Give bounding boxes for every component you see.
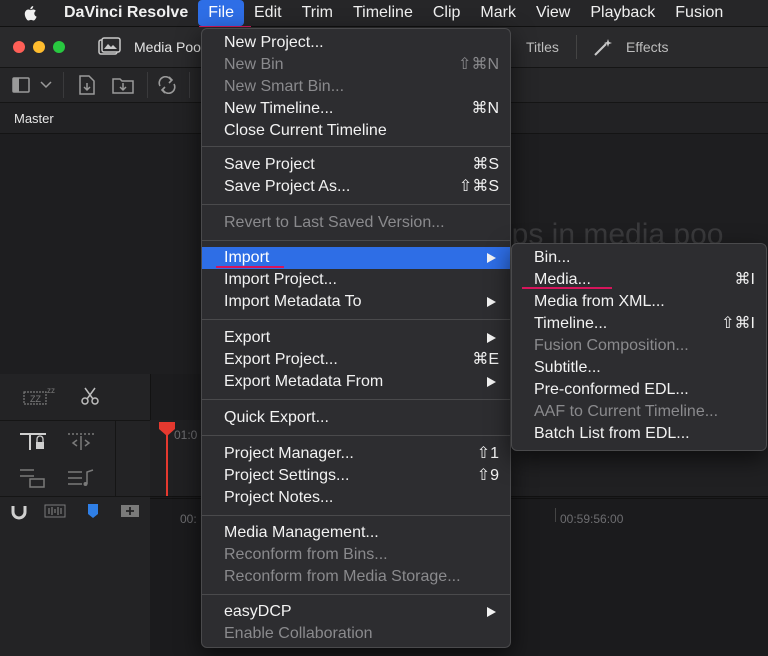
file-menu: New Project... New Bin ⇧⌘N New Smart Bin.… [201, 28, 511, 648]
menu-mark[interactable]: Mark [470, 0, 526, 26]
divider [146, 72, 148, 98]
tab-media-pool[interactable]: Media Poo [134, 39, 201, 55]
file-menu-save-project-as[interactable]: Save Project As... ⇧⌘S [202, 176, 510, 198]
file-menu-quick-export[interactable]: Quick Export... [202, 407, 510, 429]
divider [0, 420, 150, 421]
menu-clip[interactable]: Clip [423, 0, 471, 26]
import-submenu-fusion-composition[interactable]: Fusion Composition... [512, 335, 766, 357]
lock-track-icon[interactable] [18, 430, 48, 454]
file-menu-project-manager[interactable]: Project Manager... ⇧1 [202, 443, 510, 465]
menu-bar: DaVinci Resolve File Edit Trim Timeline … [0, 0, 768, 27]
menu-file[interactable]: File [198, 0, 244, 26]
tab-titles[interactable]: Titles [526, 39, 559, 55]
svg-text:ZZ: ZZ [30, 394, 41, 404]
file-menu-new-timeline[interactable]: New Timeline... ⌘N [202, 98, 510, 120]
file-menu-revert[interactable]: Revert to Last Saved Version... [202, 212, 510, 234]
menu-separator [202, 594, 510, 595]
file-menu-easydcp[interactable]: easyDCP [202, 601, 510, 623]
divider [0, 496, 150, 497]
import-submenu-bin[interactable]: Bin... [512, 247, 766, 269]
file-menu-reconform-storage[interactable]: Reconform from Media Storage... [202, 566, 510, 588]
chevron-down-icon[interactable] [40, 81, 52, 89]
import-submenu-timeline[interactable]: Timeline... ⇧⌘I [512, 313, 766, 335]
playhead-marker-icon[interactable] [158, 421, 176, 437]
file-menu-export[interactable]: Export [202, 327, 510, 349]
scissors-icon[interactable] [80, 386, 100, 406]
timecode-start: 01:0 [174, 428, 198, 442]
timecode-mid: 00:59:56:00 [560, 512, 624, 526]
menu-edit[interactable]: Edit [244, 0, 292, 26]
close-window-button[interactable] [13, 41, 25, 53]
menu-separator [202, 399, 510, 400]
menu-separator [202, 146, 510, 147]
sleep-icon[interactable]: ZZ zz [22, 384, 56, 406]
file-menu-import-metadata[interactable]: Import Metadata To [202, 291, 510, 313]
zoom-window-button[interactable] [53, 41, 65, 53]
file-menu-new-project[interactable]: New Project... [202, 32, 510, 54]
insert-clip-icon[interactable] [18, 466, 48, 490]
annotation-underline-media [522, 287, 612, 289]
timeline-tools-panel: ZZ zz [0, 374, 151, 656]
trim-edit-icon[interactable] [66, 430, 96, 454]
menu-playback[interactable]: Playback [580, 0, 665, 26]
file-menu-export-project[interactable]: Export Project... ⌘E [202, 349, 510, 371]
import-folder-icon[interactable] [112, 76, 134, 94]
submenu-arrow-icon [487, 607, 496, 617]
menu-separator [202, 240, 510, 241]
ruler-tick [555, 508, 556, 522]
file-menu-import-project[interactable]: Import Project... [202, 269, 510, 291]
file-menu-close-timeline[interactable]: Close Current Timeline [202, 120, 510, 142]
menu-separator [202, 204, 510, 205]
divider [115, 420, 116, 496]
file-menu-new-bin[interactable]: New Bin ⇧⌘N [202, 54, 510, 76]
menu-fusion[interactable]: Fusion [665, 0, 733, 26]
menu-app-name[interactable]: DaVinci Resolve [58, 0, 198, 26]
menu-view[interactable]: View [526, 0, 580, 26]
file-menu-new-smart-bin[interactable]: New Smart Bin... [202, 76, 510, 98]
effects-wand-icon [594, 39, 612, 56]
sidebar-toggle-icon[interactable] [12, 77, 30, 93]
import-submenu-batch-list[interactable]: Batch List from EDL... [512, 423, 766, 445]
menu-timeline[interactable]: Timeline [343, 0, 423, 26]
import-submenu-subtitle[interactable]: Subtitle... [512, 357, 766, 379]
add-marker-icon[interactable] [120, 504, 140, 518]
relink-icon[interactable] [157, 76, 177, 94]
divider [576, 35, 577, 59]
apple-logo-icon[interactable] [22, 4, 40, 22]
file-menu-media-management[interactable]: Media Management... [202, 522, 510, 544]
file-menu-reconform-bins[interactable]: Reconform from Bins... [202, 544, 510, 566]
file-menu-project-settings[interactable]: Project Settings... ⇧9 [202, 465, 510, 487]
submenu-arrow-icon [487, 377, 496, 387]
import-submenu-preconformed-edl[interactable]: Pre-conformed EDL... [512, 379, 766, 401]
tab-effects[interactable]: Effects [626, 39, 669, 55]
submenu-arrow-icon [487, 333, 496, 343]
minimize-window-button[interactable] [33, 41, 45, 53]
menu-trim[interactable]: Trim [292, 0, 343, 26]
submenu-arrow-icon [487, 297, 496, 307]
submenu-arrow-icon [487, 253, 496, 263]
import-file-icon[interactable] [78, 75, 96, 95]
file-menu-project-notes[interactable]: Project Notes... [202, 487, 510, 509]
import-submenu-aaf[interactable]: AAF to Current Timeline... [512, 401, 766, 423]
file-menu-save-project[interactable]: Save Project ⌘S [202, 154, 510, 176]
annotation-underline-import [216, 266, 284, 268]
svg-text:zz: zz [47, 386, 55, 395]
timecode-left: 00: [180, 512, 197, 526]
flag-marker-icon[interactable] [86, 502, 100, 520]
import-submenu-media-xml[interactable]: Media from XML... [512, 291, 766, 313]
import-submenu: Bin... Media... ⌘I Media from XML... Time… [511, 243, 767, 451]
snapping-magnet-icon[interactable] [10, 502, 28, 520]
media-pool-icon [98, 37, 121, 55]
menu-separator [202, 515, 510, 516]
divider [62, 72, 64, 98]
audio-scrub-icon[interactable] [44, 504, 66, 518]
file-menu-export-metadata[interactable]: Export Metadata From [202, 371, 510, 393]
menu-separator [202, 435, 510, 436]
divider [188, 72, 190, 98]
audio-track-icon[interactable] [66, 466, 96, 490]
menu-separator [202, 319, 510, 320]
file-menu-enable-collaboration[interactable]: Enable Collaboration [202, 623, 510, 645]
bin-master-label[interactable]: Master [14, 111, 54, 126]
